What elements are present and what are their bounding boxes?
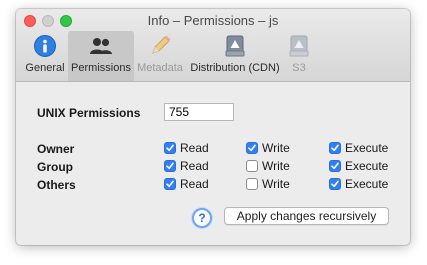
group-label: Group bbox=[37, 160, 73, 174]
others-execute-checkbox[interactable] bbox=[329, 178, 341, 190]
pencil-icon bbox=[152, 35, 171, 54]
checkmark-icon bbox=[166, 180, 174, 188]
tab-general[interactable]: General bbox=[22, 31, 68, 81]
help-button[interactable]: ? bbox=[192, 208, 212, 228]
others-read-label: Read bbox=[180, 177, 209, 191]
tab-permissions[interactable]: Permissions bbox=[68, 31, 134, 81]
others-read-checkbox[interactable] bbox=[164, 178, 176, 190]
window-title: Info – Permissions – js bbox=[147, 13, 279, 28]
checkmark-icon bbox=[331, 144, 339, 152]
group-execute-checkbox[interactable] bbox=[329, 160, 341, 172]
checkmark-icon bbox=[166, 144, 174, 152]
owner-write-checkbox[interactable] bbox=[246, 142, 258, 154]
tab-metadata[interactable]: Metadata bbox=[134, 31, 186, 81]
tab-distribution[interactable]: Distribution (CDN) bbox=[188, 31, 282, 81]
owner-write-label: Write bbox=[262, 141, 290, 155]
group-read-checkbox[interactable] bbox=[164, 160, 176, 172]
owner-read-label: Read bbox=[180, 141, 209, 155]
checkmark-icon bbox=[248, 144, 256, 152]
unix-permissions-field[interactable] bbox=[164, 103, 234, 121]
info-icon bbox=[34, 35, 56, 57]
tab-permissions-label: Permissions bbox=[71, 62, 131, 74]
tab-distribution-label: Distribution (CDN) bbox=[190, 62, 280, 74]
cloud-drive-icon bbox=[225, 35, 245, 57]
toolbar: Info – Permissions – js General Permissi… bbox=[16, 9, 410, 82]
checkmark-icon bbox=[331, 180, 339, 188]
tab-general-label: General bbox=[25, 62, 65, 74]
drive-icon bbox=[289, 35, 309, 57]
checkmark-icon bbox=[331, 162, 339, 170]
tab-metadata-label: Metadata bbox=[137, 62, 183, 74]
others-execute-label: Execute bbox=[345, 177, 389, 191]
tab-s3[interactable]: S3 bbox=[284, 31, 314, 81]
info-window: Info – Permissions – js General Permissi… bbox=[16, 9, 410, 245]
checkmark-icon bbox=[166, 162, 174, 170]
owner-execute-label: Execute bbox=[345, 141, 389, 155]
owner-execute-checkbox[interactable] bbox=[329, 142, 341, 154]
apply-recursively-button[interactable]: Apply changes recursively bbox=[224, 207, 389, 225]
tab-s3-label: S3 bbox=[292, 62, 306, 74]
others-write-label: Write bbox=[262, 177, 290, 191]
owner-read-checkbox[interactable] bbox=[164, 142, 176, 154]
owner-label: Owner bbox=[37, 142, 75, 156]
group-execute-label: Execute bbox=[345, 159, 389, 173]
others-write-checkbox[interactable] bbox=[246, 178, 258, 190]
group-write-label: Write bbox=[262, 159, 290, 173]
unix-permissions-label: UNIX Permissions bbox=[37, 106, 141, 120]
group-write-checkbox[interactable] bbox=[246, 160, 258, 172]
others-label: Others bbox=[37, 178, 76, 192]
group-read-label: Read bbox=[180, 159, 209, 173]
users-icon bbox=[90, 38, 112, 54]
